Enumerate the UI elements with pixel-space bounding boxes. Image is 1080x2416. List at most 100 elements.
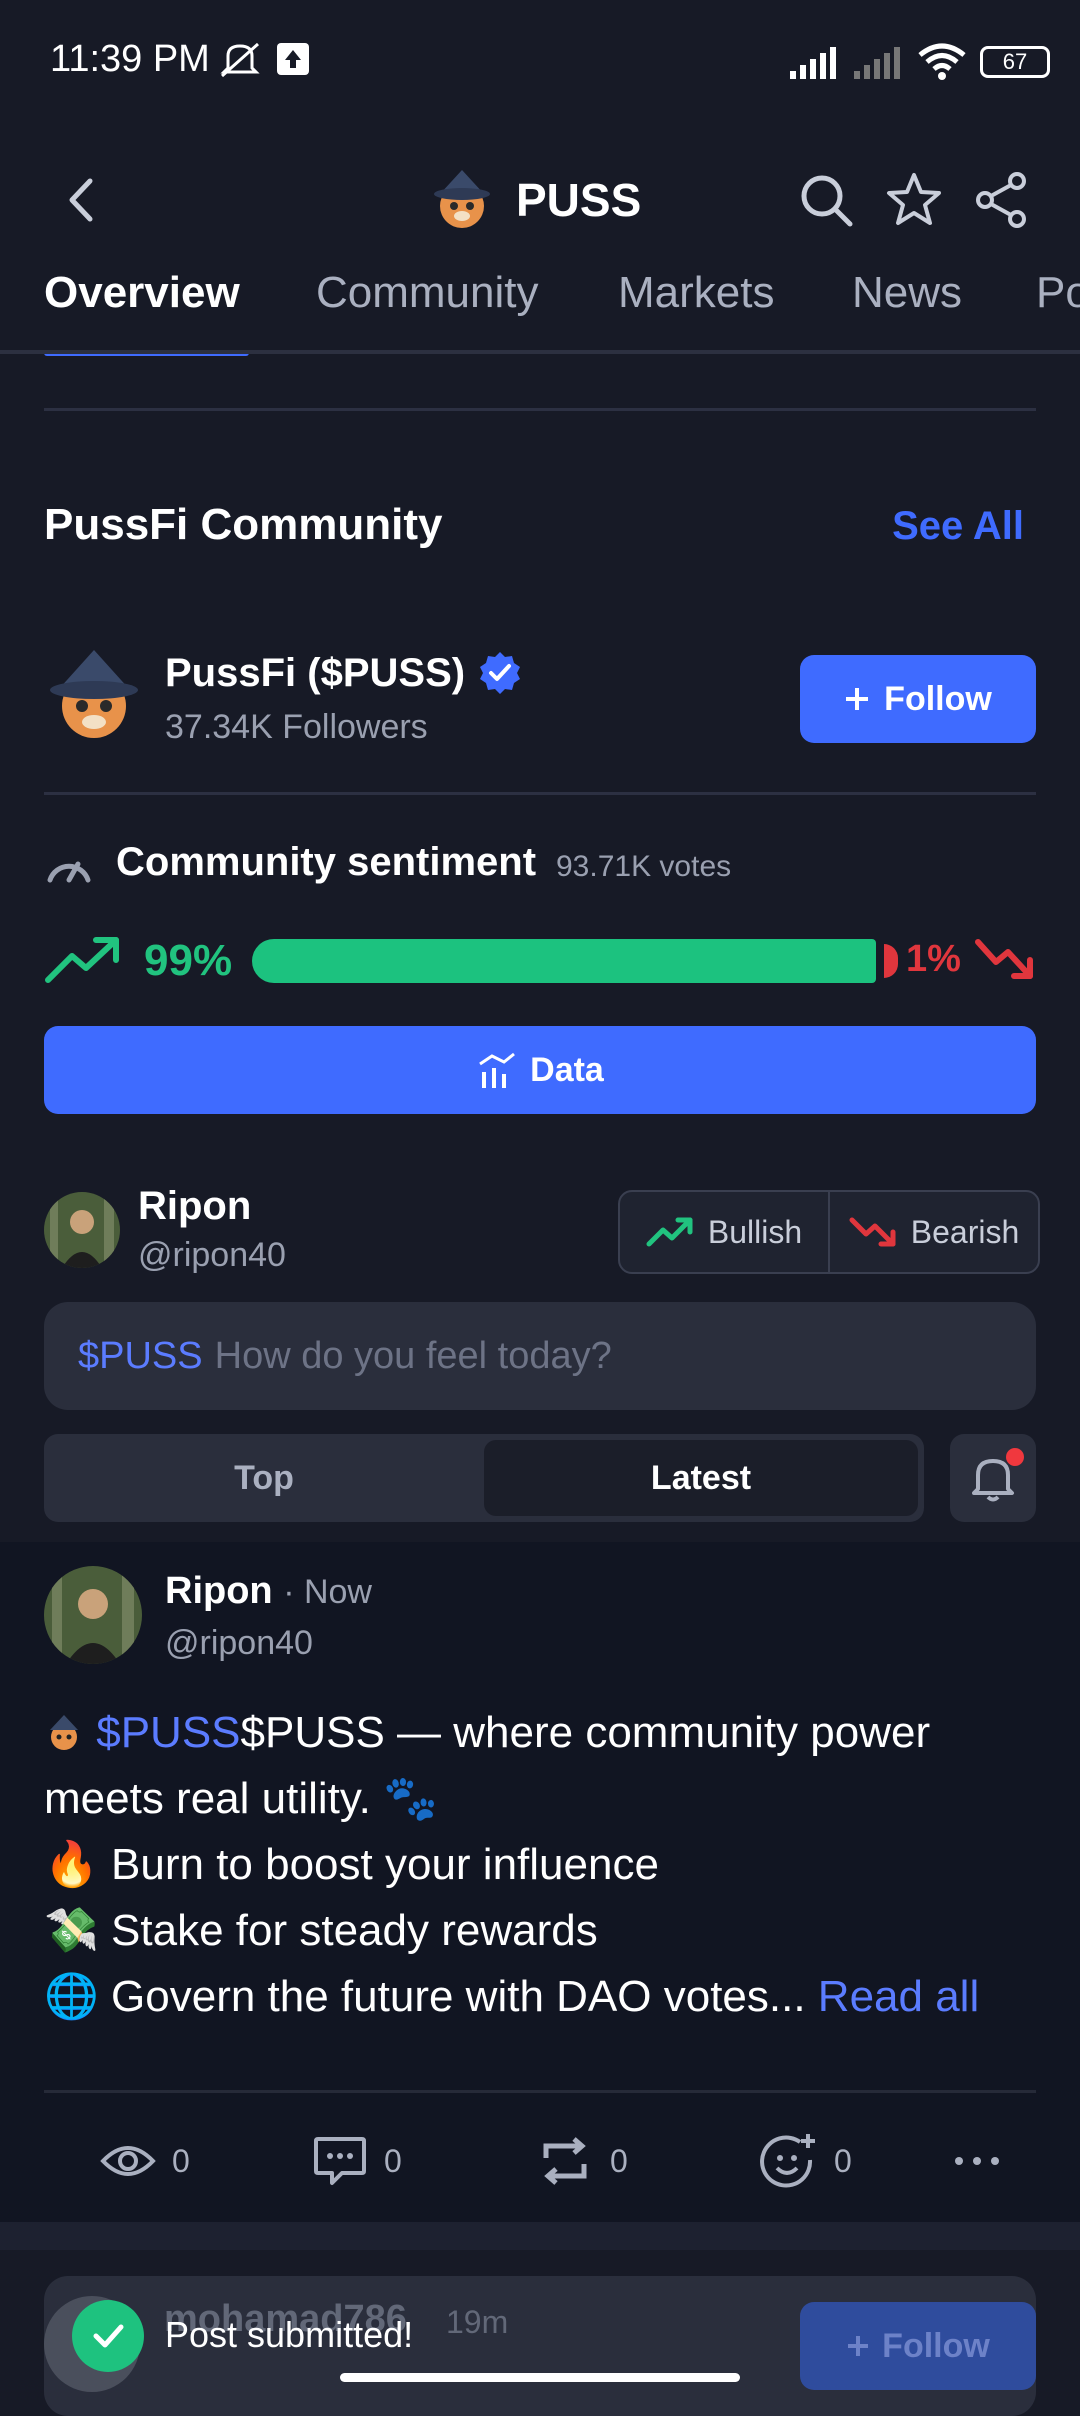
- comments-count: 0: [384, 2142, 402, 2179]
- signal-weak-icon: [854, 47, 900, 79]
- tab-news[interactable]: News: [852, 268, 962, 318]
- post-line-text: Govern the future with DAO votes...: [111, 1972, 806, 2021]
- tab-markets[interactable]: Markets: [618, 268, 774, 318]
- fire-icon: 🔥: [44, 1840, 99, 1889]
- community-name: PussFi ($PUSS): [165, 650, 523, 696]
- back-arrow-icon: [69, 178, 93, 222]
- composer-ticker: $PUSS: [78, 1334, 203, 1377]
- post-author[interactable]: Ripon · Now: [165, 1570, 372, 1613]
- bearish-icon: [849, 1217, 896, 1247]
- comment-icon: [314, 2137, 366, 2185]
- tab-community[interactable]: Community: [316, 268, 539, 318]
- views-action[interactable]: 0: [100, 2126, 190, 2196]
- next-post-time: 19m: [446, 2304, 509, 2340]
- favorite-button[interactable]: [884, 170, 944, 230]
- post-time: · Now: [283, 1573, 372, 1611]
- tab-more[interactable]: Po: [1036, 268, 1080, 318]
- mute-icon: [218, 40, 264, 85]
- community-followers: 37.34K Followers: [165, 708, 428, 746]
- next-post-follow-button[interactable]: Follow: [800, 2302, 1036, 2390]
- sort-latest-tab[interactable]: Latest: [484, 1440, 918, 1516]
- money-icon: 💸: [44, 1906, 99, 1955]
- sort-top-tab[interactable]: Top: [44, 1434, 484, 1522]
- bearish-vote-button[interactable]: Bearish: [830, 1192, 1038, 1272]
- sentiment-votes: 93.71K votes: [556, 850, 732, 883]
- post-line-text: meets real utility. 🐾: [44, 1774, 438, 1823]
- post-line: $PUSS$PUSS — where community power: [44, 1700, 1044, 1766]
- trend-down-icon: [975, 939, 1033, 979]
- coin-title: PUSS: [430, 160, 641, 240]
- post-line: 💸 Stake for steady rewards: [44, 1898, 1044, 1964]
- post-line: 🌐 Govern the future with DAO votes... Re…: [44, 1964, 1044, 2030]
- follow-label: Follow: [884, 679, 992, 718]
- views-count: 0: [172, 2142, 190, 2179]
- wifi-icon: [918, 43, 966, 80]
- reactions-count: 0: [834, 2142, 852, 2179]
- post-composer-input[interactable]: $PUSS How do you feel today?: [44, 1302, 1036, 1410]
- home-indicator[interactable]: [340, 2373, 740, 2382]
- battery-icon: 67: [980, 46, 1050, 78]
- follow-button[interactable]: Follow: [800, 655, 1036, 743]
- page-title: PUSS: [516, 174, 642, 226]
- read-all-link[interactable]: Read all: [818, 1972, 979, 2021]
- chart-icon: [479, 1052, 516, 1088]
- post-line: meets real utility. 🐾: [44, 1766, 1044, 1832]
- repost-action[interactable]: 0: [536, 2126, 628, 2196]
- data-button-label: Data: [530, 1050, 604, 1089]
- plus-icon: [848, 2336, 869, 2356]
- bullish-vote-button[interactable]: Bullish: [620, 1192, 828, 1272]
- post-line: 🔥 Burn to boost your influence: [44, 1832, 1044, 1898]
- status-bar: 11:39 PM 67: [0, 0, 1080, 120]
- react-action[interactable]: 0: [760, 2126, 852, 2196]
- plus-icon: [846, 688, 869, 710]
- community-section-title: PussFi Community: [44, 500, 443, 549]
- gauge-icon: [44, 846, 94, 891]
- post-actions: 0 0 0 0: [44, 2126, 1036, 2196]
- data-button[interactable]: Data: [44, 1026, 1036, 1114]
- sentiment-vote-box: Bullish Bearish: [618, 1190, 1040, 1274]
- bullish-percentage: 99%: [144, 936, 233, 985]
- notification-dot: [1006, 1448, 1024, 1466]
- user-avatar[interactable]: [44, 1192, 120, 1268]
- tabs-divider: [0, 350, 1080, 354]
- bullish-label: Bullish: [707, 1213, 803, 1250]
- post-line-text: Stake for steady rewards: [111, 1906, 598, 1955]
- community-avatar: [44, 646, 144, 746]
- toast-message: Post submitted!: [165, 2314, 414, 2355]
- sort-toggle: Top Latest: [44, 1434, 924, 1522]
- signal-icon: [790, 47, 836, 79]
- post-actions-divider: [44, 2090, 1036, 2093]
- user-handle: @ripon40: [138, 1236, 286, 1274]
- user-name: Ripon: [138, 1184, 252, 1228]
- post-line-text: $PUSS — where community power: [240, 1708, 931, 1757]
- search-button[interactable]: [796, 170, 856, 230]
- notification-button[interactable]: [950, 1434, 1036, 1522]
- sentiment-bar-row: 99% 1%: [44, 930, 1044, 990]
- reposts-count: 0: [610, 2142, 628, 2179]
- composer-placeholder: How do you feel today?: [214, 1334, 612, 1377]
- post-author-avatar[interactable]: [44, 1566, 142, 1664]
- battery-level: 67: [1002, 49, 1028, 74]
- more-options-button[interactable]: [952, 2126, 1002, 2196]
- next-post-follow-label: Follow: [882, 2326, 990, 2365]
- globe-icon: 🌐: [44, 1972, 99, 2021]
- status-time: 11:39 PM: [50, 38, 210, 80]
- post-ticker[interactable]: $PUSS: [96, 1708, 240, 1757]
- toast-check-icon: [72, 2300, 144, 2372]
- puss-logo-icon: [434, 170, 490, 228]
- see-all-link[interactable]: See All: [892, 504, 1024, 549]
- post-body: $PUSS$PUSS — where community power meets…: [44, 1700, 1044, 2030]
- back-button[interactable]: [50, 160, 110, 240]
- upload-notification-icon: [276, 42, 310, 81]
- tab-overview[interactable]: Overview: [44, 268, 240, 318]
- bullish-icon: [646, 1217, 693, 1247]
- bullish-bar: [252, 939, 876, 983]
- post-author-handle: @ripon40: [165, 1624, 313, 1662]
- comment-action[interactable]: 0: [312, 2126, 402, 2196]
- share-icon: [976, 172, 1026, 228]
- bearish-label: Bearish: [910, 1213, 1020, 1250]
- trend-up-icon: [45, 937, 119, 983]
- bearish-percentage: 1%: [906, 938, 961, 980]
- share-button[interactable]: [972, 170, 1032, 230]
- more-dots-icon: [955, 2157, 999, 2165]
